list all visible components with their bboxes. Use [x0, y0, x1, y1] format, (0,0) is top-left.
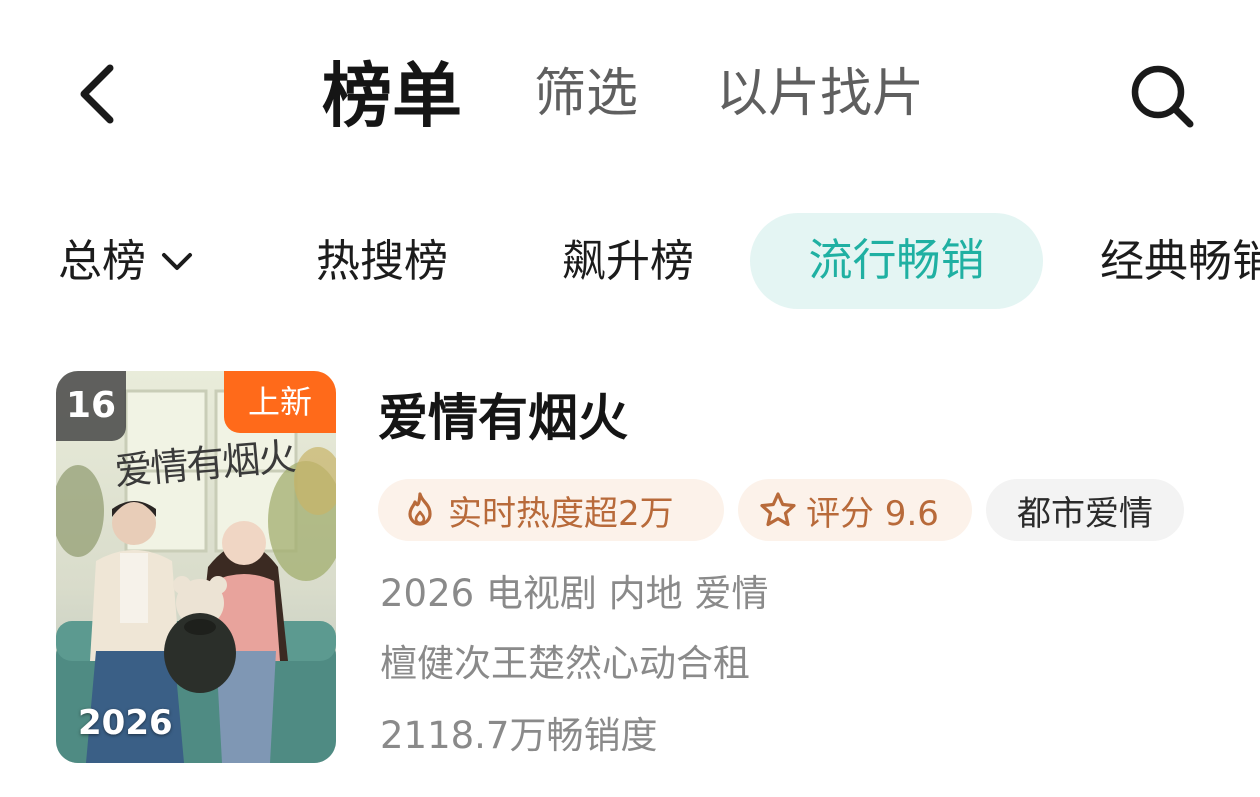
tab-rankings[interactable]: 榜单	[322, 56, 462, 136]
search-button[interactable]	[1124, 60, 1200, 132]
back-button[interactable]	[68, 58, 128, 130]
category-popular-bestseller[interactable]: 流行畅销	[750, 213, 1043, 309]
category-all-rankings[interactable]: 总榜	[58, 232, 194, 292]
rank-badge: 16	[56, 371, 126, 441]
category-hot-search[interactable]: 热搜榜	[316, 232, 448, 292]
poster-thumbnail[interactable]: 爱情有烟火 16 上新 2026	[56, 371, 336, 763]
score-tag: 评分 9.6	[738, 479, 972, 541]
poster-year: 2026	[78, 703, 173, 743]
category-rising[interactable]: 飙升榜	[562, 232, 694, 292]
category-classic-bestseller[interactable]: 经典畅销	[1100, 232, 1260, 292]
chevron-down-icon	[162, 253, 192, 270]
new-badge: 上新	[224, 371, 336, 433]
category-all-label: 总榜	[58, 236, 146, 287]
meta-info: 2026 电视剧 内地 爱情	[380, 572, 769, 615]
star-icon	[760, 492, 796, 527]
tab-find-by-film[interactable]: 以片找片	[716, 62, 924, 126]
description: 檀健次王楚然心动合租	[380, 642, 750, 685]
heat-tag-text: 实时热度超2万	[448, 493, 674, 534]
genre-tag[interactable]: 都市爱情	[986, 479, 1184, 541]
chart-list-page: 榜单 筛选 以片找片 总榜 热搜榜 飙升榜 流行畅销 经典畅销 爱情有烟火 16…	[0, 0, 1260, 797]
heat-tag: 实时热度超2万	[378, 479, 724, 541]
chevron-left-icon	[80, 64, 114, 124]
sales-index: 2118.7万畅销度	[380, 714, 658, 757]
search-icon	[1131, 65, 1194, 128]
tab-filter[interactable]: 筛选	[534, 62, 638, 126]
score-tag-text: 评分 9.6	[806, 493, 939, 534]
flame-icon	[408, 492, 432, 526]
show-title[interactable]: 爱情有烟火	[378, 386, 628, 450]
